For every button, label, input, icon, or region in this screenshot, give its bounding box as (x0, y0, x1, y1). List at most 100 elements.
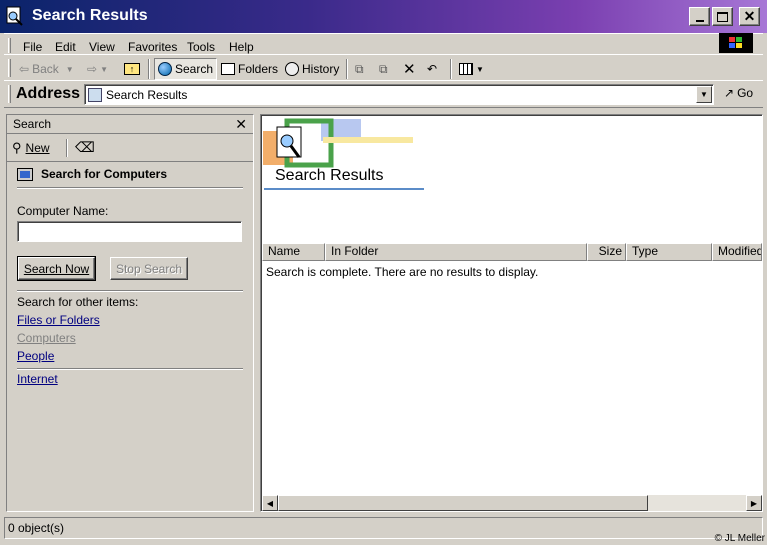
windows-flag-icon (729, 37, 742, 48)
status-bar: 0 object(s) (4, 517, 763, 539)
back-arrow-icon: ⇦ (19, 62, 30, 76)
go-label: Go (737, 86, 754, 100)
results-pane: Search Results Name In Folder Size Type … (260, 114, 763, 512)
title-bar: Search Results ✕ (0, 0, 767, 33)
column-header-name[interactable]: Name (262, 243, 325, 261)
search-pane-title: Search (13, 117, 52, 131)
toolbar-grip[interactable] (8, 59, 11, 77)
eraser-icon: ⌫ (75, 139, 95, 155)
column-header-size[interactable]: Size (587, 243, 626, 261)
maximize-icon (717, 11, 728, 22)
menu-tools[interactable]: Tools (187, 40, 215, 54)
close-pane-icon[interactable]: ✕ (235, 116, 247, 133)
address-grip[interactable] (8, 85, 11, 103)
forward-arrow-icon: ⇨ (87, 62, 98, 76)
divider (17, 290, 243, 292)
standard-toolbar: ⇦ Back ▼ ⇨ ▼ ↑ Search Folders History ⧉ … (4, 54, 763, 82)
scroll-right-icon: ▶ (750, 498, 758, 508)
search-page-icon (88, 87, 102, 102)
link-internet[interactable]: Internet (17, 372, 58, 386)
toolbar-separator (148, 59, 150, 79)
link-files-or-folders[interactable]: Files or Folders (17, 313, 100, 327)
computer-icon (17, 167, 33, 181)
menu-grip[interactable] (8, 38, 11, 53)
link-computers[interactable]: Computers (17, 331, 76, 345)
back-button[interactable]: ⇦ Back ▼ (16, 58, 77, 80)
back-label: Back (32, 62, 59, 76)
menu-file[interactable]: File (23, 40, 42, 54)
results-banner-title: Search Results (275, 167, 384, 184)
horizontal-scrollbar[interactable]: ◀ ▶ (262, 495, 762, 511)
scroll-left-icon: ◀ (266, 498, 274, 508)
search-window-icon (6, 6, 23, 26)
up-button[interactable]: ↑ (121, 58, 143, 80)
history-button[interactable]: History (282, 58, 342, 80)
column-header-in-folder[interactable]: In Folder (325, 243, 587, 261)
back-dropdown-icon: ▼ (65, 64, 74, 74)
new-search-button[interactable]: ⚲ New (12, 140, 50, 156)
address-label: Address (16, 85, 81, 102)
search-button[interactable]: Search (154, 58, 218, 80)
close-button[interactable]: ✕ (739, 7, 760, 26)
search-pane: Search ✕ ⚲ New ⌫ Search for Computers Co… (6, 114, 254, 512)
views-button[interactable]: ▼ (456, 58, 487, 80)
window-title: Search Results (32, 7, 148, 24)
menu-edit[interactable]: Edit (55, 40, 76, 54)
divider (17, 187, 243, 189)
go-button[interactable]: ↗ Go (724, 86, 753, 100)
search-heading: Search for Computers (17, 167, 167, 181)
status-text: 0 object(s) (8, 521, 65, 535)
stop-search-label: Stop Search (115, 261, 183, 276)
search-heading-text: Search for Computers (41, 167, 168, 181)
results-message: Search is complete. There are no results… (266, 265, 539, 279)
search-results-banner-icon (263, 118, 413, 168)
search-now-button[interactable]: Search Now (17, 256, 96, 281)
other-items-label: Search for other items: (17, 295, 139, 309)
windows-logo (719, 33, 753, 53)
banner-underline (264, 188, 424, 190)
delete-button[interactable]: ✕ (400, 58, 419, 80)
folders-button[interactable]: Folders (218, 58, 281, 80)
scroll-left-button[interactable]: ◀ (262, 495, 278, 511)
search-now-label: Search Now (23, 261, 90, 276)
views-dropdown-icon: ▼ (476, 64, 484, 74)
go-arrow-icon: ↗ (724, 86, 735, 100)
forward-dropdown-icon: ▼ (100, 64, 108, 74)
minimize-icon (695, 19, 704, 22)
move-to-button[interactable]: ⧉ (352, 58, 367, 80)
scroll-right-button[interactable]: ▶ (746, 495, 762, 511)
address-input[interactable]: Search Results ▼ (84, 84, 714, 105)
search-globe-icon (158, 62, 172, 76)
link-people[interactable]: People (17, 349, 54, 363)
history-label: History (302, 62, 340, 76)
address-value: Search Results (106, 87, 188, 102)
menu-help[interactable]: Help (229, 40, 254, 54)
scroll-thumb[interactable] (278, 495, 648, 511)
computer-name-input[interactable] (17, 221, 242, 242)
search-options-button[interactable]: ⌫ (75, 139, 95, 156)
divider (17, 368, 243, 370)
folders-label: Folders (238, 62, 279, 76)
undo-button[interactable]: ↶ (424, 58, 440, 80)
copyright-text: © JL Meller (714, 533, 765, 544)
pane-tool-separator (66, 139, 68, 157)
stop-search-button[interactable]: Stop Search (110, 257, 188, 280)
menu-view[interactable]: View (89, 40, 115, 54)
copy-to-button[interactable]: ⧉ (376, 58, 391, 80)
column-header-type[interactable]: Type (626, 243, 712, 261)
delete-icon: ✕ (403, 61, 416, 78)
maximize-button[interactable] (712, 7, 733, 26)
column-header-modified[interactable]: Modified (712, 243, 762, 261)
address-dropdown-button[interactable]: ▼ (696, 86, 712, 103)
history-icon (285, 62, 299, 76)
toolbar-separator (346, 59, 348, 79)
menu-favorites[interactable]: Favorites (128, 40, 177, 54)
toolbar-separator (450, 59, 452, 79)
forward-button[interactable]: ⇨ ▼ (84, 58, 111, 80)
chevron-down-icon: ▼ (700, 90, 708, 99)
minimize-button[interactable] (689, 7, 710, 26)
computer-name-label: Computer Name: (17, 204, 109, 218)
close-icon: ✕ (743, 8, 756, 24)
views-grid-icon (459, 63, 473, 75)
up-folder-icon: ↑ (124, 63, 140, 75)
